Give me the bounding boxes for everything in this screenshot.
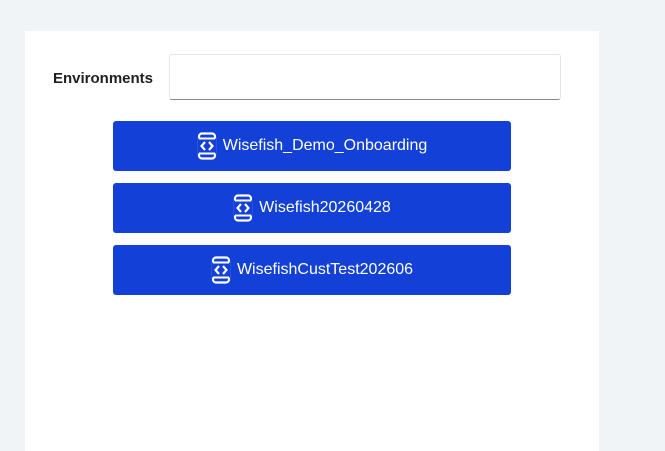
environment-code-icon	[197, 132, 217, 160]
environments-label: Environments	[53, 70, 154, 87]
environment-button-label: WisefishCustTest202606	[236, 261, 414, 278]
environment-button-wisefish20260428[interactable]: Wisefish20260428	[113, 183, 511, 233]
environment-code-icon	[233, 194, 253, 222]
environment-code-icon	[211, 256, 231, 284]
environment-button-label: Wisefish20260428	[259, 199, 391, 216]
environment-button-wisefish-demo-onboarding[interactable]: Wisefish_Demo_Onboarding	[113, 121, 511, 171]
environment-button-wisefishcusttest202606[interactable]: WisefishCustTest202606	[113, 245, 511, 295]
environments-filter-input[interactable]	[169, 54, 561, 100]
environment-button-label: Wisefish_Demo_Onboarding	[222, 137, 428, 154]
environments-card: Environments Wisefish_Demo_Onboarding Wi…	[25, 31, 599, 451]
